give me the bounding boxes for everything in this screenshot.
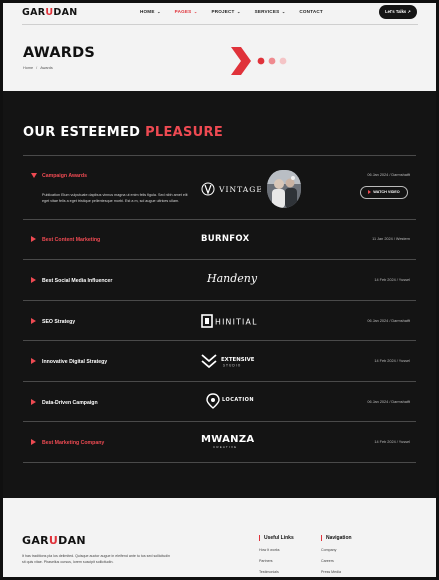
award-name: Campaign Awards	[42, 173, 87, 179]
section-title-highlight: PLEASURE	[145, 125, 224, 140]
footer-link[interactable]: Press Media	[321, 570, 352, 574]
breadcrumb-current: Awards	[40, 66, 53, 70]
caret-right-icon	[31, 358, 36, 364]
footer-heading: Useful Links	[259, 535, 294, 541]
footer-navigation: Navigation Company Careers Press Media	[321, 535, 352, 574]
location-logo: LOCATION	[206, 393, 254, 409]
nav-item-pages[interactable]: PAGES ⌄	[175, 9, 198, 14]
chevron-down-icon: ⌄	[237, 9, 241, 14]
lets-talk-button[interactable]: Let's Talks ↗	[379, 5, 417, 19]
award-name: Innovative Digital Strategy	[42, 359, 108, 365]
footer-useful-links: Useful Links How It works Partners Testi…	[259, 535, 294, 574]
brand-text: EXTENSIVE	[221, 357, 255, 363]
award-date: 06 Jan 2024 / Darmshatft	[367, 319, 410, 323]
brand-subtext: CREATIVE	[213, 445, 238, 449]
logo-text-end: DAN	[53, 7, 78, 18]
section-title-text: OUR ESTEEMED	[23, 125, 146, 140]
breadcrumb: Home / Awards	[23, 66, 56, 70]
logo-text-accent: U	[48, 534, 59, 547]
award-row[interactable]: Best Content Marketing BURNFOX 11 Jan 20…	[23, 220, 416, 260]
award-date: 06 Jan 2024 / Darmshatft	[367, 173, 410, 177]
award-name: Data-Driven Campaign	[42, 400, 98, 406]
dot-1	[257, 57, 265, 65]
chevron-down-icon: ⌄	[157, 9, 161, 14]
decorative-chevron-dots	[231, 47, 287, 75]
chevron-down-icon: ⌄	[281, 9, 286, 14]
logo-text-start: GAR	[22, 7, 46, 18]
award-name: Best Social Media Influencer	[42, 278, 113, 284]
play-icon	[368, 190, 372, 194]
nav-label: PAGES	[174, 9, 192, 14]
footer-link[interactable]: How It works	[259, 548, 294, 552]
handeny-logo: Handeny	[207, 272, 258, 285]
nav-label: HOME	[140, 9, 155, 14]
award-date: 06 Jan 2024 / Darmshatft	[367, 400, 410, 404]
caret-down-icon	[31, 173, 37, 178]
chevron-right-icon	[231, 47, 251, 75]
award-row[interactable]: Best Marketing Company MWANZA CREATIVE 1…	[23, 422, 416, 463]
award-date: 14 Feb 2024 / Yussel	[374, 359, 410, 363]
caret-right-icon	[31, 318, 36, 324]
footer-logo[interactable]: GARUDAN	[22, 534, 86, 547]
brand-text: MWANZA	[201, 434, 255, 445]
footer-link[interactable]: Partners	[259, 559, 294, 563]
brand-text: HINITIAL	[215, 318, 258, 327]
logo-text-end: DAN	[58, 534, 86, 547]
caret-right-icon	[31, 439, 36, 445]
footer: GARUDAN It has traditions pla los delimi…	[3, 498, 436, 577]
site-logo[interactable]: GARUDAN	[22, 7, 77, 18]
footer-link[interactable]: Testimonials	[259, 570, 294, 574]
section-title: OUR ESTEEMED PLEASURE	[23, 125, 223, 140]
dot-3	[279, 57, 287, 65]
nav-item-contact[interactable]: CONTACT	[299, 9, 323, 14]
footer-link[interactable]: Careers	[321, 559, 352, 563]
brand-text: LOCATION	[222, 397, 254, 403]
award-date: 11 Jan 2024 / Western	[372, 237, 410, 241]
award-row[interactable]: Innovative Digital Strategy EXTENSIVE ST…	[23, 341, 416, 382]
award-description: Publication Elum vulputuate dapibus vinn…	[42, 193, 188, 203]
caret-right-icon	[31, 399, 36, 405]
main-nav: HOME ⌄ PAGES ⌄ PROJECT ⌄ SERVICES ⌄ CONT…	[140, 9, 337, 14]
footer-heading: Navigation	[321, 535, 352, 541]
award-row[interactable]: SEO Strategy HINITIAL 06 Jan 2024 / Darm…	[23, 301, 416, 341]
watch-video-button[interactable]: WATCH VIDEO	[360, 186, 408, 199]
nav-item-home[interactable]: HOME ⌄	[140, 9, 161, 14]
caret-right-icon	[31, 236, 36, 242]
nav-label: PROJECT	[211, 9, 235, 14]
dot-2	[268, 57, 276, 65]
award-row[interactable]: Best Social Media Influencer Handeny 14 …	[23, 260, 416, 301]
brand-subtext: STUDIO	[223, 364, 241, 368]
award-name: Best Marketing Company	[42, 440, 105, 446]
breadcrumb-separator: /	[36, 66, 38, 70]
awards-section: OUR ESTEEMED PLEASURE Campaign Awards Pu…	[3, 91, 436, 498]
caret-right-icon	[31, 277, 36, 283]
header-divider	[22, 24, 418, 25]
hinitial-logo: HINITIAL	[201, 314, 258, 328]
footer-description: It has traditions pla los delimited. Qui…	[22, 554, 171, 564]
footer-link[interactable]: Company	[321, 548, 352, 552]
breadcrumb-home[interactable]: Home	[23, 66, 33, 70]
burnfox-logo: BURNFOX	[201, 234, 250, 244]
award-row[interactable]: Data-Driven Campaign LOCATION 06 Jan 202…	[23, 382, 416, 422]
award-name: Best Content Marketing	[42, 237, 101, 243]
nav-label: SERVICES	[254, 9, 280, 14]
award-date: 14 Feb 2024 / Yussel	[374, 278, 410, 282]
award-name: SEO Strategy	[42, 319, 76, 325]
watch-video-label: WATCH VIDEO	[373, 190, 400, 194]
award-photo	[267, 170, 301, 208]
nav-label: CONTACT	[299, 9, 323, 14]
vintage-logo: VINTAGE	[201, 182, 261, 196]
award-row-expanded[interactable]: Campaign Awards Publication Elum vulputu…	[23, 156, 416, 220]
extensive-studio-logo: EXTENSIVE STUDIO	[201, 354, 255, 369]
nav-item-services[interactable]: SERVICES ⌄	[255, 9, 286, 14]
brand-text: VINTAGE	[218, 185, 261, 194]
people-photo-icon	[267, 170, 301, 208]
nav-item-project[interactable]: PROJECT ⌄	[211, 9, 240, 14]
award-date: 14 Feb 2024 / Yussel	[374, 440, 410, 444]
mwanza-logo: MWANZA CREATIVE	[201, 434, 254, 449]
chevron-down-icon: ⌄	[193, 9, 198, 14]
page-title: AWARDS	[23, 45, 95, 61]
header: GARUDAN HOME ⌄ PAGES ⌄ PROJECT ⌄ SERVICE…	[3, 3, 436, 91]
logo-text-start: GAR	[22, 534, 49, 547]
